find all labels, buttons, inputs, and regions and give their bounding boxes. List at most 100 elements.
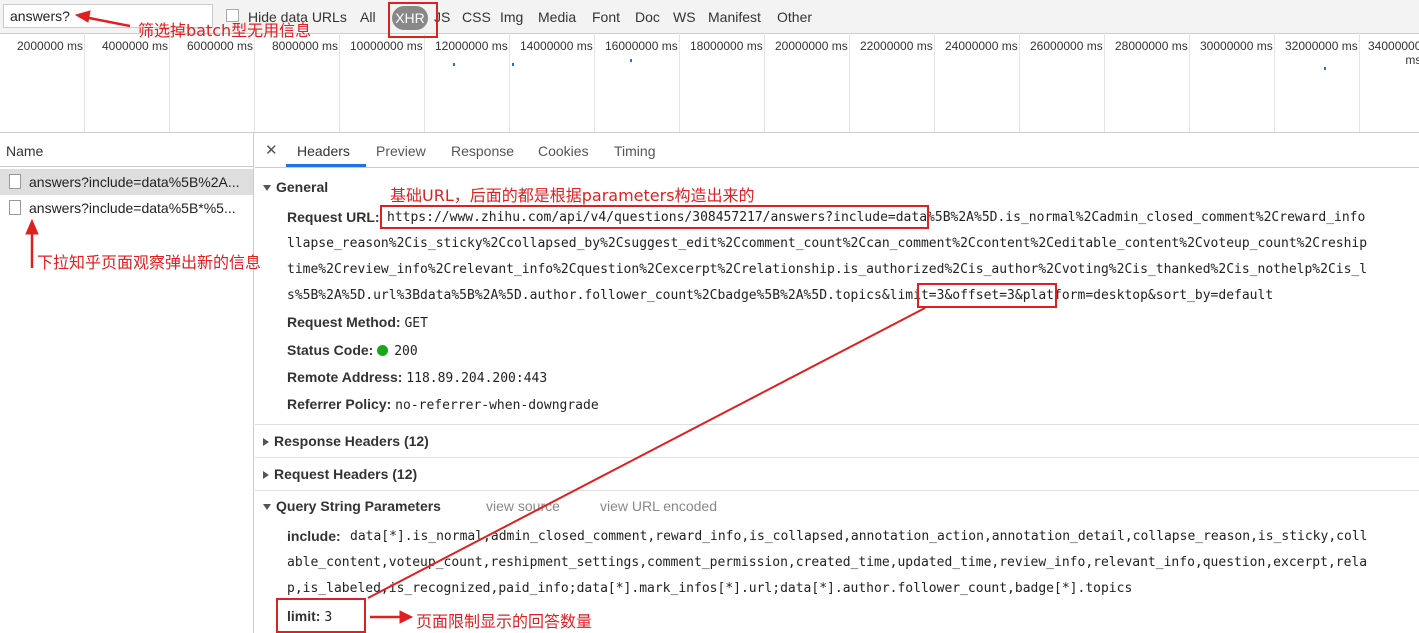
grid-line bbox=[849, 33, 850, 132]
timeline-tick: 8000000 ms bbox=[272, 39, 339, 53]
timeline-tick: 16000000 ms bbox=[605, 39, 678, 53]
timeline-tick: 6000000 ms bbox=[187, 39, 254, 53]
timeline-tick: 10000000 ms bbox=[350, 39, 423, 53]
request-url-line: llapse_reason%2Cis_sticky%2Ccollapsed_by… bbox=[287, 236, 1368, 251]
grid-line bbox=[254, 33, 255, 132]
timeline-tick: 26000000 ms bbox=[1030, 39, 1103, 53]
view-source-link[interactable]: view source bbox=[486, 498, 560, 514]
detail-tab-bar: ✕ Headers Preview Response Cookies Timin… bbox=[255, 133, 1419, 168]
request-blip bbox=[1324, 67, 1326, 70]
include-param-line: p,is_labeled,is_recognized,paid_info;dat… bbox=[287, 581, 1133, 596]
grid-line bbox=[1274, 33, 1275, 132]
query-params-toggle[interactable]: Query String Parameters bbox=[263, 498, 441, 514]
tab-response[interactable]: Response bbox=[451, 143, 514, 159]
response-headers-title: Response Headers (12) bbox=[274, 433, 429, 449]
type-filter-img[interactable]: Img bbox=[500, 9, 523, 25]
filter-annotation: 筛选掉batch型无用信息 bbox=[138, 21, 312, 40]
request-name: answers?include=data%5B%2A... bbox=[29, 174, 240, 190]
type-filter-ws[interactable]: WS bbox=[673, 9, 696, 25]
request-url-row: Request URL: bbox=[287, 209, 380, 225]
type-filter-font[interactable]: Font bbox=[592, 9, 620, 25]
request-blip bbox=[453, 63, 455, 66]
base-url-highlight-box bbox=[380, 205, 929, 229]
base-url-annotation: 基础URL，后面的都是根据parameters构造出来的 bbox=[390, 186, 755, 205]
timeline-tick: 28000000 ms bbox=[1115, 39, 1188, 53]
grid-line bbox=[1104, 33, 1105, 132]
grid-line bbox=[594, 33, 595, 132]
limit-annotation: 页面限制显示的回答数量 bbox=[416, 612, 593, 631]
grid-line bbox=[169, 33, 170, 132]
document-icon bbox=[9, 200, 21, 215]
timeline-tick: 34000000 ms bbox=[1368, 39, 1419, 67]
request-row[interactable]: answers?include=data%5B%2A... bbox=[0, 169, 253, 195]
arrowhead bbox=[399, 610, 414, 624]
view-url-encoded-link[interactable]: view URL encoded bbox=[600, 498, 717, 514]
tab-headers[interactable]: Headers bbox=[297, 143, 350, 159]
tab-cookies[interactable]: Cookies bbox=[538, 143, 589, 159]
response-headers-toggle[interactable]: Response Headers (12) bbox=[263, 433, 429, 449]
timeline-tick: 24000000 ms bbox=[945, 39, 1018, 53]
timeline-tick: 30000000 ms bbox=[1200, 39, 1273, 53]
include-param-line: data[*].is_normal,admin_closed_comment,r… bbox=[350, 529, 1368, 544]
include-param-label-row: include: bbox=[287, 528, 341, 544]
request-list: answers?include=data%5B%2A... answers?in… bbox=[0, 167, 254, 633]
timeline-overview[interactable]: 2000000 ms 4000000 ms 6000000 ms 8000000… bbox=[0, 33, 1419, 133]
type-filter-media[interactable]: Media bbox=[538, 9, 576, 25]
general-title: General bbox=[276, 179, 329, 195]
timeline-tick: 32000000 ms bbox=[1285, 39, 1358, 53]
document-icon bbox=[9, 174, 21, 189]
xhr-highlight-box bbox=[388, 2, 438, 38]
tab-preview[interactable]: Preview bbox=[376, 143, 426, 159]
status-code-row: Status Code: 200 bbox=[287, 342, 418, 359]
grid-line bbox=[424, 33, 425, 132]
expand-triangle-icon bbox=[263, 504, 271, 511]
section-divider bbox=[255, 490, 1419, 491]
collapse-triangle-icon bbox=[263, 438, 269, 447]
request-url-line: s%5B%2A%5D.url%3Bdata%5B%2A%5D.author.fo… bbox=[287, 288, 1274, 303]
grid-line bbox=[764, 33, 765, 132]
type-filter-manifest[interactable]: Manifest bbox=[708, 9, 761, 25]
timeline-tick: 2000000 ms bbox=[17, 39, 84, 53]
status-code-label: Status Code: bbox=[287, 342, 374, 358]
tab-timing[interactable]: Timing bbox=[614, 143, 656, 159]
type-filter-doc[interactable]: Doc bbox=[635, 9, 660, 25]
remote-address-row: Remote Address: 118.89.204.200:443 bbox=[287, 369, 547, 386]
section-divider bbox=[255, 457, 1419, 458]
referrer-policy-value: no-referrer-when-downgrade bbox=[395, 398, 599, 413]
grid-line bbox=[679, 33, 680, 132]
request-method-row: Request Method: GET bbox=[287, 314, 428, 331]
referrer-policy-label: Referrer Policy: bbox=[287, 396, 392, 412]
general-section-toggle[interactable]: General bbox=[263, 179, 328, 195]
include-param-label: include: bbox=[287, 528, 341, 544]
timeline-tick: 14000000 ms bbox=[520, 39, 593, 53]
active-tab-indicator bbox=[286, 164, 366, 167]
request-url-line: time%2Creview_info%2Crelevant_info%2Cque… bbox=[287, 262, 1368, 277]
request-headers-toggle[interactable]: Request Headers (12) bbox=[263, 466, 417, 482]
limit-param-highlight-box bbox=[276, 598, 366, 633]
limit-offset-highlight-box bbox=[917, 283, 1057, 308]
grid-line bbox=[509, 33, 510, 132]
request-list-header[interactable]: Name bbox=[0, 133, 254, 167]
grid-line bbox=[339, 33, 340, 132]
request-blip bbox=[512, 63, 514, 66]
request-name: answers?include=data%5B*%5... bbox=[29, 200, 236, 216]
request-url-label: Request URL: bbox=[287, 209, 380, 225]
name-column-header: Name bbox=[6, 143, 44, 159]
close-icon[interactable]: ✕ bbox=[265, 141, 278, 159]
include-param-line: able_content,voteup_count,reshipment_set… bbox=[287, 555, 1368, 570]
remote-address-value: 118.89.204.200:443 bbox=[406, 371, 548, 386]
type-filter-other[interactable]: Other bbox=[777, 9, 812, 25]
grid-line bbox=[1189, 33, 1190, 132]
collapse-triangle-icon bbox=[263, 471, 269, 480]
type-filter-all[interactable]: All bbox=[360, 9, 376, 25]
type-filter-css[interactable]: CSS bbox=[462, 9, 491, 25]
scroll-annotation: 下拉知乎页面观察弹出新的信息 bbox=[37, 253, 262, 272]
status-ok-icon bbox=[377, 345, 389, 356]
request-method-value: GET bbox=[404, 316, 428, 331]
timeline-tick: 20000000 ms bbox=[775, 39, 848, 53]
grid-line bbox=[1359, 33, 1360, 132]
request-row[interactable]: answers?include=data%5B*%5... bbox=[0, 195, 253, 221]
query-params-title: Query String Parameters bbox=[276, 498, 441, 514]
section-divider bbox=[255, 424, 1419, 425]
expand-triangle-icon bbox=[263, 185, 271, 192]
